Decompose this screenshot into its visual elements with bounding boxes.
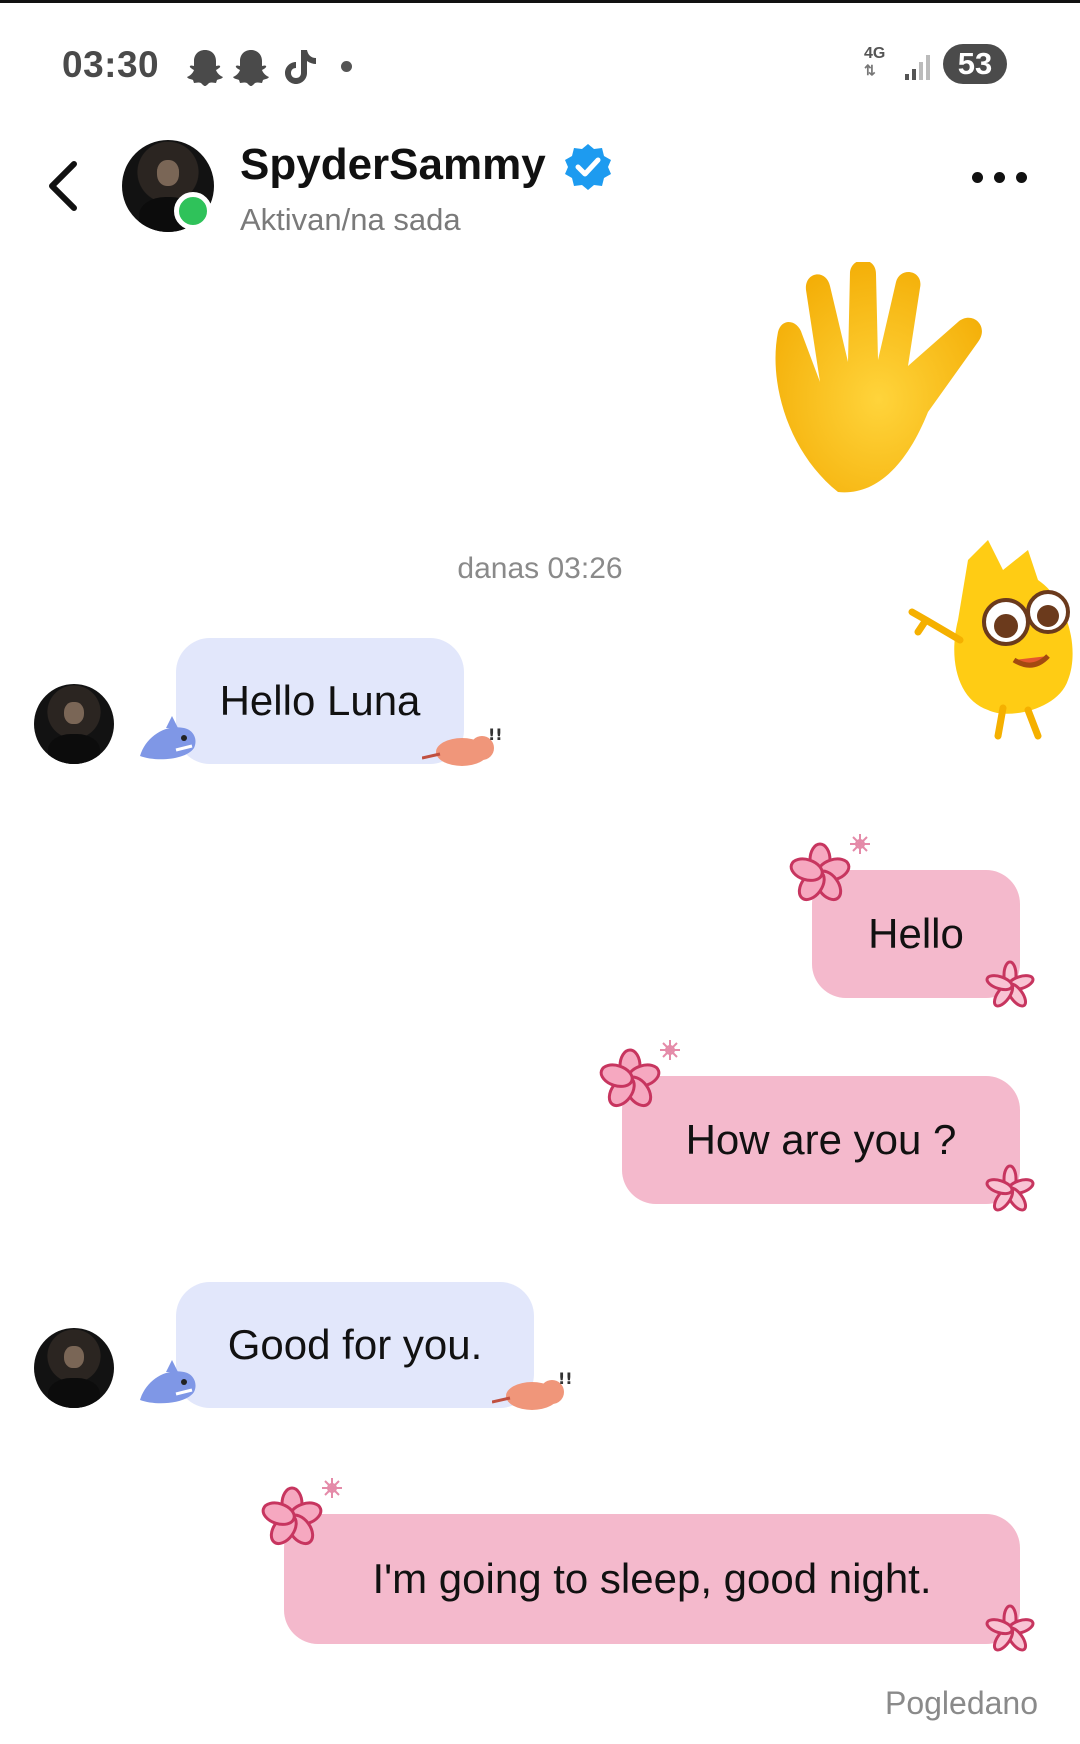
message-text: Hello (868, 910, 964, 957)
message-text: I'm going to sleep, good night. (372, 1555, 932, 1602)
back-arrow-icon[interactable] (40, 156, 84, 216)
dot (1016, 172, 1027, 183)
flower-sticker-icon (985, 1604, 1035, 1652)
data-arrows-icon: ⇅ (864, 62, 876, 78)
sender-avatar[interactable] (34, 684, 114, 764)
signal-icon (905, 55, 930, 80)
shark-sticker-icon (140, 716, 196, 760)
dot (972, 172, 983, 183)
avatar-shoulders (48, 1377, 100, 1408)
pig-sticker-icon: !! (422, 725, 503, 766)
avatar-shoulders (48, 733, 100, 764)
waving-hand-sticker[interactable] (738, 262, 1028, 494)
more-options-icon[interactable] (970, 162, 1030, 192)
flower-sticker-icon (599, 1040, 680, 1108)
dot (994, 172, 1005, 183)
notification-dot (341, 61, 352, 72)
snapchat-icon (187, 50, 223, 86)
verified-badge-icon (565, 144, 611, 190)
shark-sticker-icon (140, 1360, 196, 1404)
network-type: 4G ⇅ (864, 45, 886, 79)
contact-name[interactable]: SpyderSammy (240, 140, 546, 190)
avatar-face (64, 701, 84, 724)
network-label: 4G (864, 45, 886, 62)
avatar-face (156, 160, 180, 186)
online-indicator (174, 192, 212, 230)
avatar-face (64, 1345, 84, 1368)
message-bubble-outgoing[interactable]: I'm going to sleep, good night. (284, 1514, 1020, 1644)
chat-timestamp: danas 03:26 (457, 552, 623, 585)
seen-label: Pogledano (884, 1685, 1038, 1721)
status-bar: 03:30 4G ⇅ 53 (0, 0, 1080, 130)
tiktok-icon (285, 50, 316, 84)
flower-sticker-icon (789, 834, 870, 902)
sender-avatar[interactable] (34, 1328, 114, 1408)
snapchat-icon (233, 50, 269, 86)
active-status: Aktivan/na sada (240, 202, 461, 237)
message-bubble-incoming[interactable]: Hello Luna (176, 638, 464, 764)
message-text: How are you ? (685, 1116, 957, 1163)
flower-sticker-icon (985, 1164, 1035, 1212)
message-text: Hello Luna (219, 677, 421, 724)
battery-icon: 53 (943, 44, 1007, 84)
svg-text:!!: !! (488, 725, 503, 744)
pig-sticker-icon: !! (492, 1369, 573, 1410)
flower-sticker-icon (985, 960, 1035, 1008)
svg-text:!!: !! (558, 1369, 573, 1388)
message-bubble-incoming[interactable]: Good for you. (176, 1282, 534, 1408)
message-text: Good for you. (227, 1321, 483, 1368)
chat-header: SpyderSammy Aktivan/na sada (0, 130, 1080, 250)
status-time: 03:30 (62, 44, 160, 85)
flower-sticker-icon (261, 1478, 342, 1546)
